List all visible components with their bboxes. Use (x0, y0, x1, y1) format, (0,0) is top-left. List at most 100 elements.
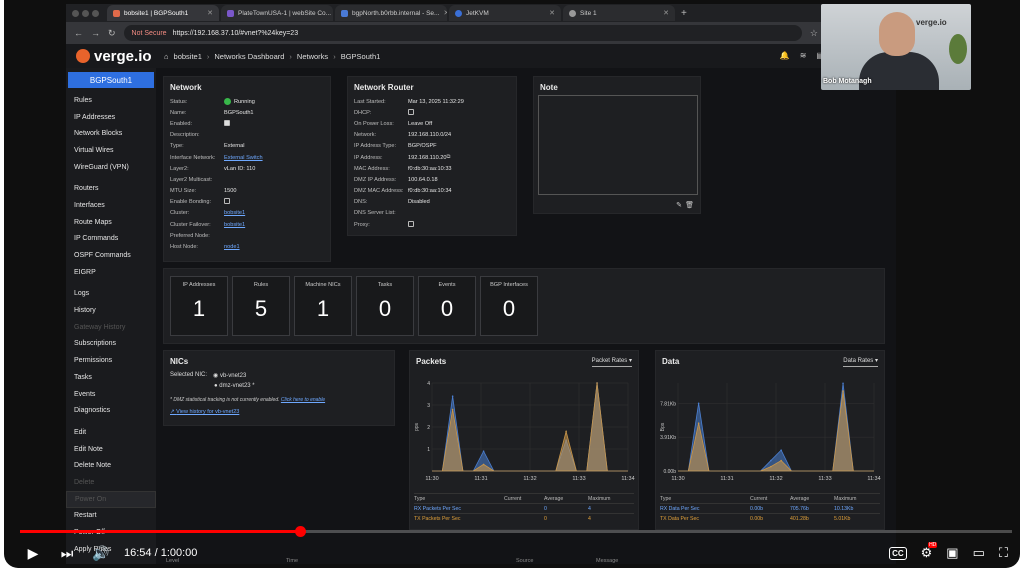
info-row: DMZ MAC Address: f0:db:30:aa:10:34 (348, 186, 516, 197)
close-tab-icon[interactable]: ✕ (443, 9, 447, 17)
enable-tracking-link[interactable]: Click here to enable (281, 397, 325, 403)
theater-mode-icon[interactable]: ▭ (973, 545, 985, 561)
stat-card[interactable]: Events 0 (418, 276, 476, 336)
scrubber-handle[interactable] (294, 526, 306, 537)
view-history-link[interactable]: ↗ View history for vb-vnet23 (170, 409, 394, 415)
copy-icon[interactable]: ⧉ (446, 154, 450, 161)
sidebar-item-subscriptions[interactable]: Subscriptions (66, 336, 156, 353)
edit-note-icon[interactable]: ✎ (676, 201, 682, 209)
table-row: RX Packets Per Sec 0 4 (414, 503, 634, 513)
notification-bell-icon[interactable]: 🔔 (780, 51, 790, 60)
info-link[interactable]: External Switch (224, 155, 263, 161)
window-controls[interactable] (72, 9, 99, 17)
verge-logo[interactable]: verge.io (76, 48, 164, 65)
sidebar-item-edit-note[interactable]: Edit Note (66, 441, 156, 458)
new-tab-icon[interactable]: + (681, 8, 687, 19)
data-table: Type Current Average Maximum RX Data Per Sec… (660, 493, 880, 523)
rss-icon[interactable]: ≋ (800, 51, 807, 60)
bookmark-star-icon[interactable]: ☆ (810, 28, 818, 39)
browser-tab[interactable]: Site 1 ✕ (563, 5, 675, 21)
info-value: Running (224, 98, 255, 106)
player-controls: ▶ ⏭ 🔊 16:54 / 1:00:00 (4, 538, 1020, 568)
info-link[interactable]: node1 (224, 244, 240, 250)
sidebar-item-tasks[interactable]: Tasks (66, 369, 156, 386)
sidebar-item-events[interactable]: Events (66, 386, 156, 403)
data-point (697, 422, 700, 425)
breadcrumb-item[interactable]: bobsite1 (174, 52, 202, 61)
data-chart-panel: Data Data Rates ▾ 11:30 11:31 11:32 11:33 11… (655, 350, 885, 530)
video-player[interactable]: bobsite1 | BGPSouth1 ✕ PlateTownUSA-1 | w… (4, 0, 1020, 568)
stat-card[interactable]: IP Addresses 1 (170, 276, 228, 336)
column-header[interactable]: Type (414, 496, 504, 502)
reload-icon[interactable]: ↻ (108, 28, 116, 39)
nic-radio[interactable]: ● dmz-vnet23 * (214, 383, 394, 389)
sidebar-item-virtual-wires[interactable]: Virtual Wires (66, 142, 156, 159)
forward-icon[interactable]: → (91, 28, 100, 38)
sidebar-item-delete[interactable]: Delete (66, 474, 156, 491)
fullscreen-icon[interactable]: ⛶ (999, 545, 1008, 561)
stat-value: 1 (192, 296, 206, 321)
miniplayer-icon[interactable]: ▣ (946, 545, 958, 561)
sidebar-item-ospf-commands[interactable]: OSPF Commands (66, 247, 156, 264)
breadcrumb-item[interactable]: Networks (297, 52, 328, 61)
column-header[interactable]: Maximum (588, 496, 628, 502)
play-icon[interactable]: ▶ (16, 545, 50, 562)
home-icon[interactable]: ⌂ (164, 52, 169, 61)
progress-bar[interactable] (20, 526, 1012, 537)
column-header[interactable]: Type (660, 496, 750, 502)
sidebar-item-diagnostics[interactable]: Diagnostics (66, 402, 156, 419)
column-header[interactable]: Current (504, 496, 544, 502)
stat-card[interactable]: BGP Interfaces 0 (480, 276, 538, 336)
info-key: DMZ IP Address: (354, 176, 397, 183)
sidebar-item-routers[interactable]: Routers (66, 180, 156, 197)
captions-icon[interactable]: CC (889, 546, 907, 560)
sidebar-item-network-blocks[interactable]: Network Blocks (66, 125, 156, 142)
url-field[interactable]: Not Secure https://192.168.37.10/#vnet?%… (123, 25, 802, 41)
sidebar-item-wireguard-vpn-[interactable]: WireGuard (VPN) (66, 159, 156, 176)
volume-icon[interactable]: 🔊 (84, 545, 118, 562)
info-link[interactable]: bobsite1 (224, 222, 245, 228)
breadcrumb-item[interactable]: Networks Dashboard (214, 52, 284, 61)
next-icon[interactable]: ⏭ (50, 545, 84, 562)
sidebar-item-interfaces[interactable]: Interfaces (66, 197, 156, 214)
sidebar-item-eigrp[interactable]: EIGRP (66, 264, 156, 281)
sidebar-item-ip-addresses[interactable]: IP Addresses (66, 109, 156, 126)
column-header[interactable]: Average (544, 496, 588, 502)
sidebar-item-permissions[interactable]: Permissions (66, 352, 156, 369)
sidebar-item-edit[interactable]: Edit (66, 424, 156, 441)
browser-tab[interactable]: PlateTownUSA-1 | webSite Co...✕ (221, 5, 333, 21)
nic-radio-selected[interactable]: ◉ vb-vnet23 (213, 372, 246, 379)
column-header[interactable]: Maximum (834, 496, 874, 502)
column-header[interactable]: Current (750, 496, 790, 502)
data-rates-dropdown[interactable]: Data Rates ▾ (843, 357, 878, 367)
browser-tab[interactable]: JetKVM ✕ (449, 5, 561, 21)
app-window: verge.io ⌂ bobsite1 › Networks Dashboard ›… (66, 44, 896, 564)
stat-card[interactable]: Tasks 0 (356, 276, 414, 336)
info-link[interactable]: bobsite1 (224, 210, 245, 216)
close-tab-icon[interactable]: ✕ (663, 9, 669, 17)
sidebar-item-route-maps[interactable]: Route Maps (66, 214, 156, 231)
sidebar-item-logs[interactable]: Logs (66, 286, 156, 303)
note-textarea[interactable] (538, 95, 698, 195)
sidebar-item-rules[interactable]: Rules (66, 92, 156, 109)
stat-card[interactable]: Rules 5 (232, 276, 290, 336)
browser-tab[interactable]: bgpNorth.b0rbb.internal - Se... ✕ (335, 5, 447, 21)
back-icon[interactable]: ← (74, 28, 83, 38)
sidebar-item-gateway-history[interactable]: Gateway History (66, 319, 156, 336)
sidebar-item-history[interactable]: History (66, 302, 156, 319)
browser-tab[interactable]: bobsite1 | BGPSouth1 ✕ (107, 5, 219, 21)
sidebar-item-power-on[interactable]: Power On (66, 490, 156, 508)
dropdown-value: Data Rates (843, 358, 874, 364)
packet-rates-dropdown[interactable]: Packet Rates ▾ (591, 357, 632, 367)
stat-card[interactable]: Machine NICs 1 (294, 276, 352, 336)
sidebar-item-delete-note[interactable]: Delete Note (66, 457, 156, 474)
sidebar-item-restart[interactable]: Restart (66, 508, 156, 525)
delete-note-icon[interactable]: 🗑 (685, 201, 694, 209)
close-tab-icon[interactable]: ✕ (207, 9, 213, 17)
column-header[interactable]: Average (790, 496, 834, 502)
close-tab-icon[interactable]: ✕ (549, 9, 555, 17)
data-point (780, 459, 782, 462)
sidebar-item-ip-commands[interactable]: IP Commands (66, 231, 156, 248)
app-header: verge.io ⌂ bobsite1 › Networks Dashboard ›… (66, 44, 896, 68)
settings-gear-icon[interactable]: ⚙ HD (921, 542, 938, 561)
